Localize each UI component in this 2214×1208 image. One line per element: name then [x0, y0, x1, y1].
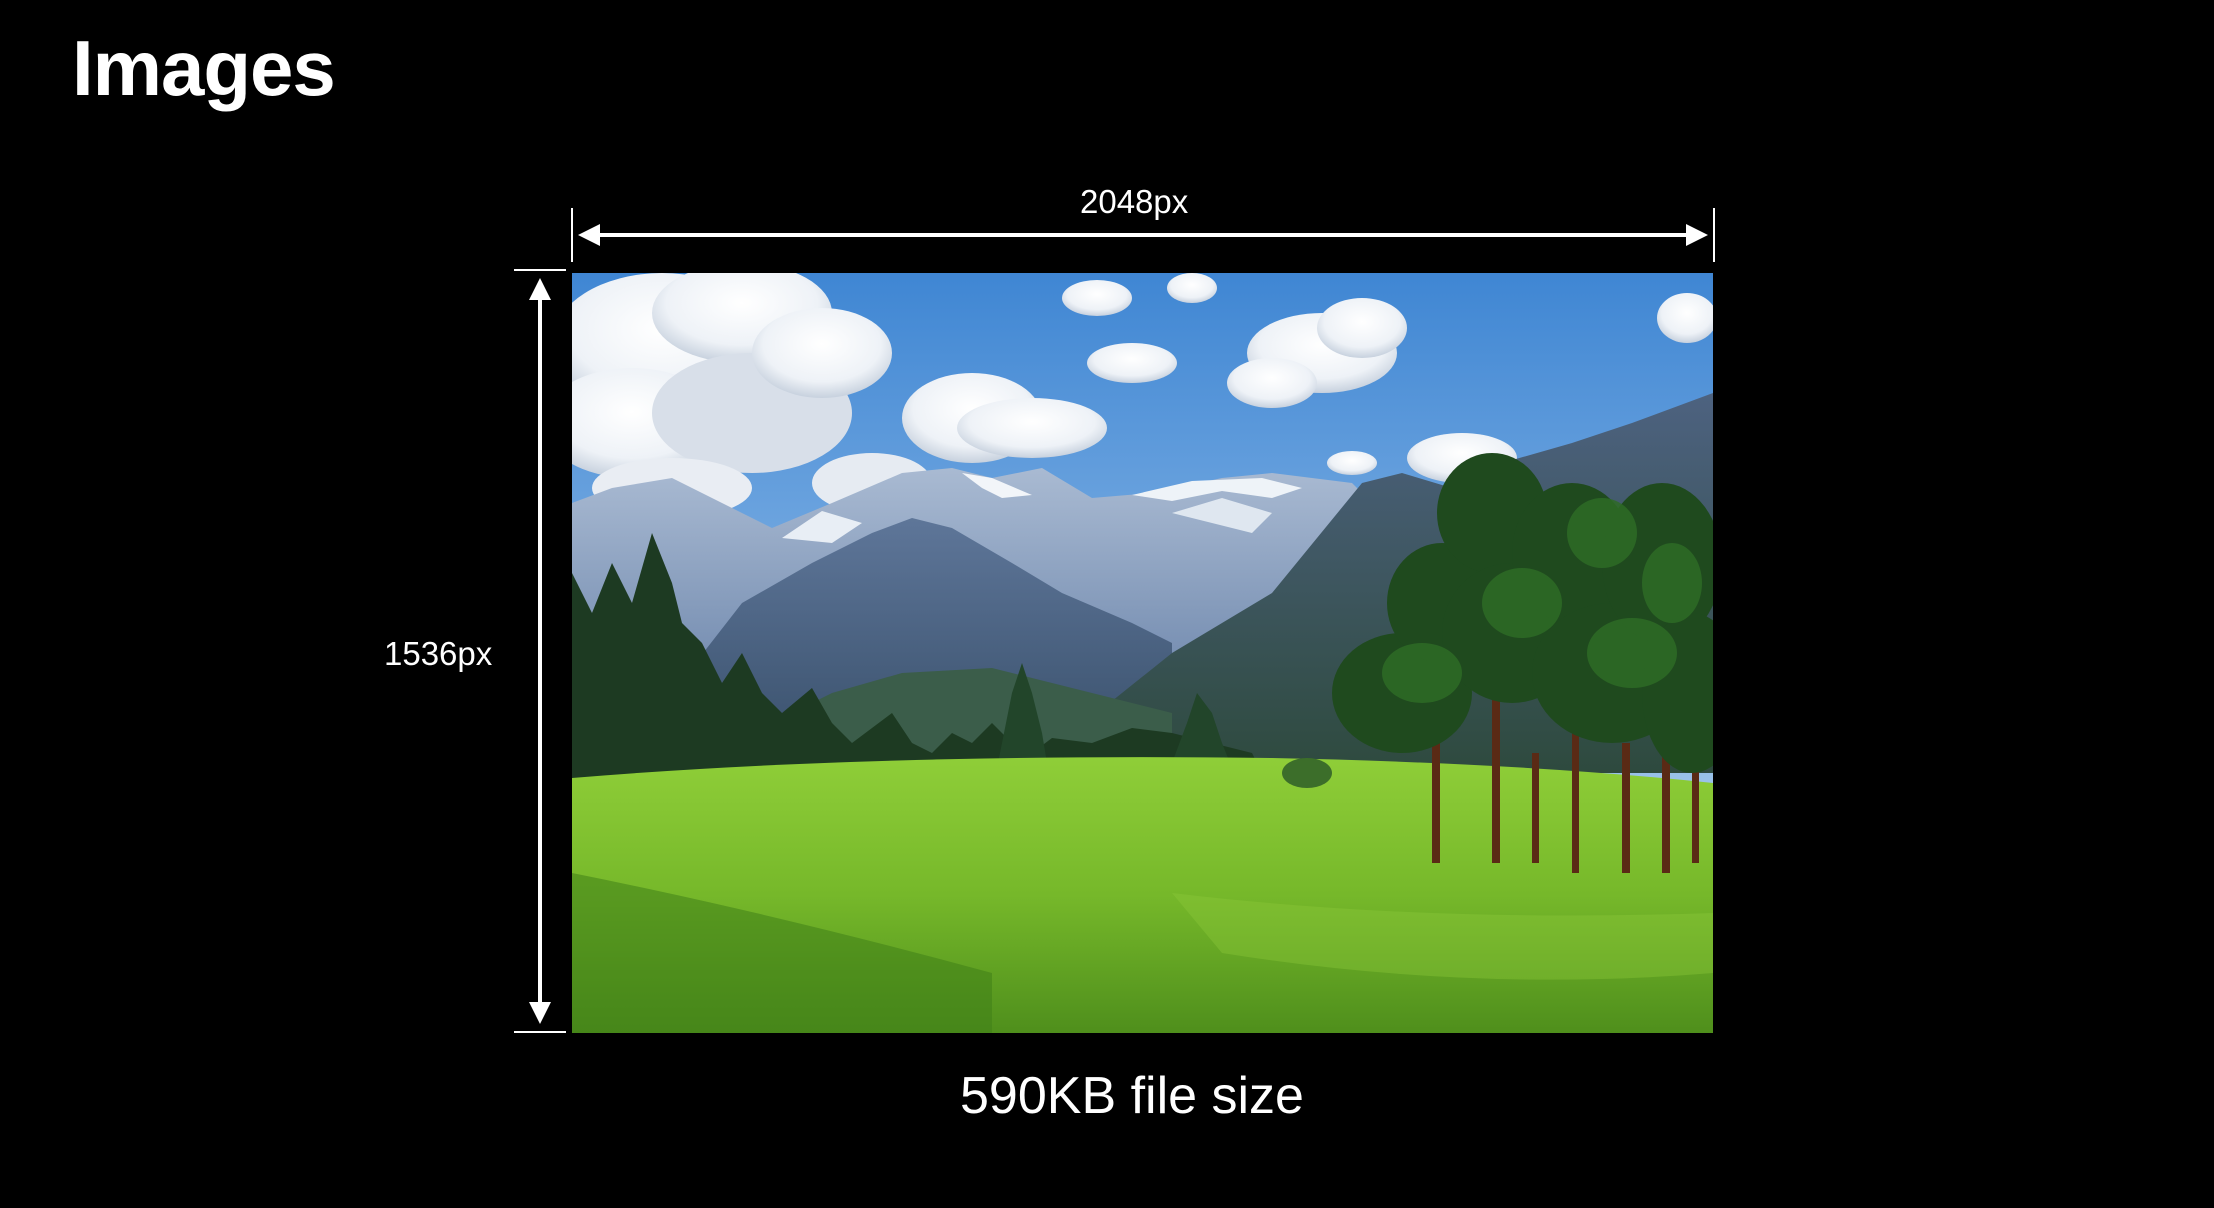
slide-title: Images	[72, 24, 336, 112]
meadow	[572, 757, 1713, 1033]
landscape-photo	[572, 273, 1713, 1033]
height-dimension-label: 1536px	[384, 635, 493, 672]
height-arrow	[514, 269, 566, 1033]
file-size-caption: 590KB file size	[960, 1067, 1304, 1125]
width-dimension-label: 2048px	[1080, 183, 1189, 220]
